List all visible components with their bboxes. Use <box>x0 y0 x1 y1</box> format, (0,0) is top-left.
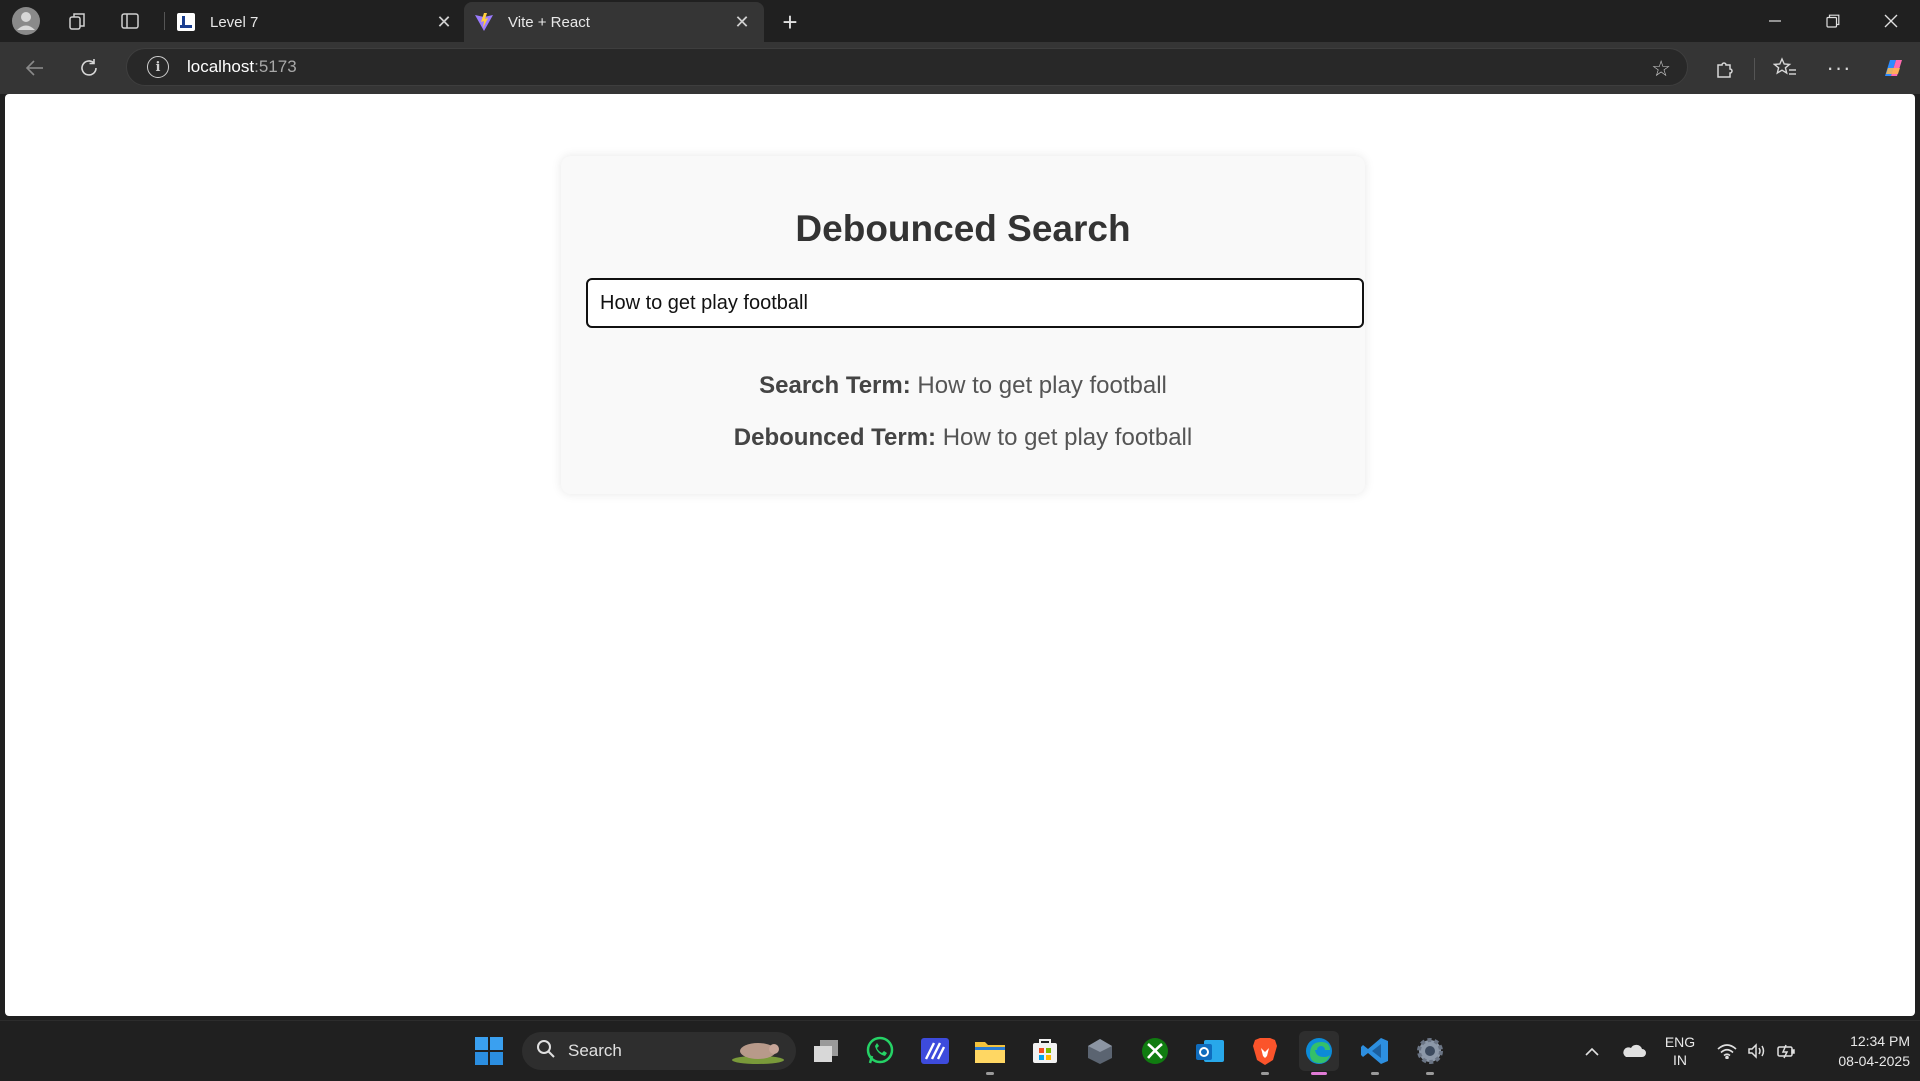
language-code: ENG <box>1664 1034 1696 1050</box>
whatsapp-icon[interactable] <box>860 1031 900 1071</box>
new-tab-button[interactable]: + <box>774 6 806 38</box>
xbox-icon[interactable] <box>1135 1031 1175 1071</box>
settings-icon[interactable] <box>1410 1031 1450 1075</box>
brave-icon[interactable] <box>1245 1031 1285 1075</box>
tab-level-7[interactable]: Level 7 ✕ <box>166 2 466 42</box>
page-title: Debounced Search <box>795 208 1131 249</box>
vertical-tabs-icon[interactable] <box>108 0 152 42</box>
minimize-button[interactable] <box>1746 0 1804 42</box>
close-tab-icon[interactable]: ✕ <box>432 10 456 34</box>
address-bar[interactable]: i localhost:5173 ☆ <box>126 48 1688 86</box>
app-dark-icon[interactable] <box>1080 1031 1120 1071</box>
debounced-term-label: Debounced Term: <box>733 424 937 451</box>
search-card: Debounced Search Search Term: How to get… <box>561 156 1365 494</box>
volume-icon[interactable] <box>1744 1021 1770 1081</box>
search-term-value: How to get play football <box>917 372 1167 399</box>
profile-avatar-icon[interactable] <box>4 0 48 42</box>
clock-time: 12:34 PM <box>1850 1033 1910 1049</box>
debounced-term-value: How to get play football <box>942 424 1193 451</box>
task-view-icon[interactable] <box>806 1031 846 1071</box>
restore-button[interactable] <box>1804 0 1862 42</box>
app-purple-icon[interactable] <box>915 1031 955 1071</box>
battery-charging-icon[interactable] <box>1774 1021 1800 1081</box>
region-code: IN <box>1673 1052 1687 1068</box>
windows-taskbar: Search ENG IN 12:34 PM 08-04-2025 <box>0 1020 1920 1080</box>
reload-button[interactable] <box>73 52 105 84</box>
back-button[interactable] <box>18 52 50 84</box>
microsoft-store-icon[interactable] <box>1025 1031 1065 1071</box>
close-window-button[interactable] <box>1862 0 1920 42</box>
url-host: localhost <box>187 57 255 76</box>
close-tab-icon[interactable]: ✕ <box>730 10 754 34</box>
language-indicator[interactable]: ENG IN <box>1660 1021 1700 1081</box>
search-highlight-icon <box>730 1038 786 1069</box>
taskbar-search[interactable]: Search <box>522 1032 796 1070</box>
outlook-icon[interactable] <box>1190 1031 1230 1071</box>
search-term-label: Search Term: <box>759 372 911 399</box>
extensions-icon[interactable] <box>1708 52 1742 84</box>
debounced-term-line: Debounced Term: How to get play football <box>561 424 1365 452</box>
search-icon <box>536 1039 556 1064</box>
clock-date: 08-04-2025 <box>1838 1053 1910 1069</box>
site-info-icon[interactable]: i <box>147 56 169 78</box>
edge-icon[interactable] <box>1299 1031 1339 1075</box>
tab-title: Vite + React <box>508 13 590 31</box>
vite-logo-icon <box>474 12 494 32</box>
browser-tab-bar: Level 7 ✕ Vite + React ✕ + <box>0 0 1920 42</box>
search-input[interactable] <box>586 278 1364 328</box>
page-viewport: Debounced Search Search Term: How to get… <box>5 94 1915 1016</box>
tab-vite-react[interactable]: Vite + React ✕ <box>464 2 764 42</box>
vscode-icon[interactable] <box>1355 1031 1395 1075</box>
tab-title: Level 7 <box>210 13 259 31</box>
search-term-line: Search Term: How to get play football <box>561 372 1365 400</box>
workspaces-icon[interactable] <box>56 0 100 42</box>
more-options-icon[interactable]: ··· <box>1822 52 1856 84</box>
document-favicon-icon <box>176 12 196 32</box>
wifi-icon[interactable] <box>1714 1021 1740 1081</box>
taskbar-search-label: Search <box>568 1041 622 1060</box>
copilot-icon[interactable] <box>1876 52 1910 84</box>
file-explorer-icon[interactable] <box>970 1031 1010 1075</box>
favorite-star-icon[interactable]: ☆ <box>1651 56 1671 82</box>
favorites-icon[interactable] <box>1768 52 1802 84</box>
browser-toolbar: i localhost:5173 ☆ ··· <box>0 42 1920 94</box>
url-port: :5173 <box>254 57 297 76</box>
onedrive-cloud-icon[interactable] <box>1618 1021 1650 1081</box>
taskbar-clock[interactable]: 12:34 PM 08-04-2025 <box>1810 1031 1910 1071</box>
start-button[interactable] <box>469 1031 509 1071</box>
show-hidden-icons-chevron-icon[interactable] <box>1580 1021 1604 1081</box>
